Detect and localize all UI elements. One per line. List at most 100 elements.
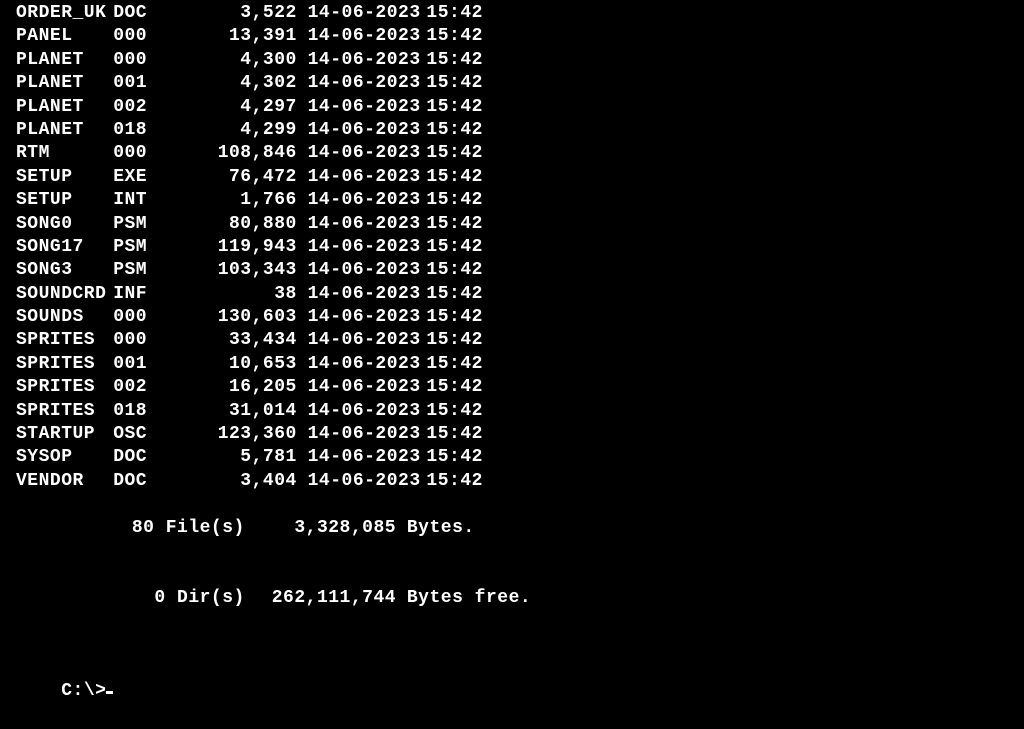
file-time: 15:42 [426,259,480,282]
file-time: 15:42 [426,96,480,119]
file-size: 4,299 [146,119,297,142]
file-size: 33,434 [146,329,297,352]
file-size: 130,603 [146,306,297,329]
file-row: RTM000108,846 14-06-2023 15:42 [16,142,1008,165]
file-name: PLANET [16,72,113,95]
file-size: 4,302 [146,72,297,95]
file-date: 14-06-2023 [308,72,416,95]
file-row: SONG0PSM80,880 14-06-2023 15:42 [16,213,1008,236]
file-date: 14-06-2023 [308,470,416,493]
file-name: SETUP [16,166,113,189]
file-row: PANEL00013,391 14-06-2023 15:42 [16,25,1008,48]
file-ext: PSM [113,236,145,259]
file-time: 15:42 [426,189,480,212]
file-row: SOUNDCRDINF38 14-06-2023 15:42 [16,283,1008,306]
file-name: PANEL [16,25,113,48]
file-date: 14-06-2023 [308,329,416,352]
file-name: SONG17 [16,236,113,259]
file-name: SPRITES [16,376,113,399]
file-row: STARTUPOSC123,360 14-06-2023 15:42 [16,423,1008,446]
file-ext: DOC [113,446,145,469]
file-row: SPRITES01831,014 14-06-2023 15:42 [16,400,1008,423]
free-bytes: 262,111,744 [245,587,396,610]
cursor-icon [106,691,112,694]
file-name: PLANET [16,49,113,72]
file-size: 10,653 [146,353,297,376]
file-size: 1,766 [146,189,297,212]
file-date: 14-06-2023 [308,423,416,446]
file-row: SETUPINT1,766 14-06-2023 15:42 [16,189,1008,212]
file-time: 15:42 [426,49,480,72]
file-date: 14-06-2023 [308,166,416,189]
file-name: ORDER_UK [16,2,113,25]
file-name: SPRITES [16,329,113,352]
file-name: RTM [16,142,113,165]
file-name: VENDOR [16,470,113,493]
file-ext: DOC [113,470,145,493]
total-bytes: 3,328,085 [245,517,396,540]
file-time: 15:42 [426,353,480,376]
file-name: SONG3 [16,259,113,282]
file-ext: 000 [113,25,145,48]
file-name: SONG0 [16,213,113,236]
file-row: SONG3PSM103,343 14-06-2023 15:42 [16,259,1008,282]
file-size: 38 [146,283,297,306]
file-name: PLANET [16,119,113,142]
file-time: 15:42 [426,72,480,95]
file-size: 13,391 [146,25,297,48]
file-time: 15:42 [426,213,480,236]
file-size: 119,943 [146,236,297,259]
file-time: 15:42 [426,376,480,399]
file-ext: DOC [113,2,145,25]
file-date: 14-06-2023 [308,283,416,306]
file-date: 14-06-2023 [308,376,416,399]
file-name: SPRITES [16,400,113,423]
file-size: 5,781 [146,446,297,469]
file-name: SOUNDCRD [16,283,113,306]
file-size: 80,880 [146,213,297,236]
file-size: 31,014 [146,400,297,423]
file-row: PLANET0184,299 14-06-2023 15:42 [16,119,1008,142]
summary-dirs: 0 Dir(s)262,111,744 Bytes free. [16,563,1008,633]
file-ext: INT [113,189,145,212]
file-size: 4,297 [146,96,297,119]
file-name: SETUP [16,189,113,212]
file-ext: 000 [113,49,145,72]
file-name: SOUNDS [16,306,113,329]
file-time: 15:42 [426,166,480,189]
bytes-free-label: Bytes free. [407,588,531,608]
file-time: 15:42 [426,142,480,165]
command-prompt-line[interactable]: C:\> [16,657,1008,727]
file-time: 15:42 [426,25,480,48]
file-size: 16,205 [146,376,297,399]
file-row: SPRITES00110,653 14-06-2023 15:42 [16,353,1008,376]
file-row: VENDORDOC3,404 14-06-2023 15:42 [16,470,1008,493]
file-ext: INF [113,283,145,306]
file-ext: 002 [113,96,145,119]
file-row: SPRITES00216,205 14-06-2023 15:42 [16,376,1008,399]
terminal-output: ORDER_UKDOC3,522 14-06-2023 15:42PANEL00… [0,0,1024,729]
file-ext: EXE [113,166,145,189]
file-ext: 018 [113,119,145,142]
file-time: 15:42 [426,283,480,306]
file-size: 123,360 [146,423,297,446]
file-size: 103,343 [146,259,297,282]
file-size: 4,300 [146,49,297,72]
file-ext: 001 [113,72,145,95]
file-date: 14-06-2023 [308,306,416,329]
file-date: 14-06-2023 [308,25,416,48]
file-name: STARTUP [16,423,113,446]
file-listing: ORDER_UKDOC3,522 14-06-2023 15:42PANEL00… [16,2,1008,493]
file-time: 15:42 [426,329,480,352]
file-ext: 018 [113,400,145,423]
file-row: PLANET0024,297 14-06-2023 15:42 [16,96,1008,119]
file-ext: PSM [113,213,145,236]
file-time: 15:42 [426,306,480,329]
file-date: 14-06-2023 [308,49,416,72]
file-row: SOUNDS000130,603 14-06-2023 15:42 [16,306,1008,329]
file-time: 15:42 [426,446,480,469]
file-time: 15:42 [426,400,480,423]
summary-files: 80 File(s)3,328,085 Bytes. [16,493,1008,563]
file-time: 15:42 [426,119,480,142]
file-size: 3,404 [146,470,297,493]
